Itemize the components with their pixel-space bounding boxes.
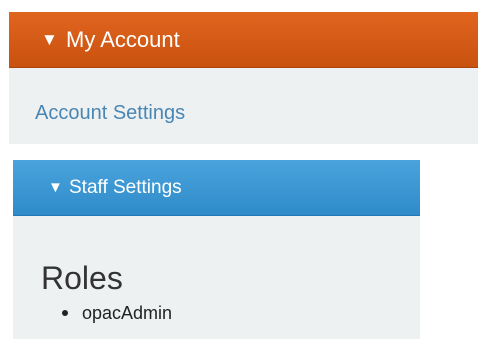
- bullet-icon: [62, 310, 68, 316]
- my-account-title: My Account: [66, 27, 180, 52]
- staff-settings-title: Staff Settings: [69, 177, 182, 198]
- staff-settings-panel-body: Roles opacAdmin: [13, 216, 420, 339]
- my-account-panel-body: Account Settings: [9, 68, 478, 144]
- account-settings-link[interactable]: Account Settings: [35, 102, 185, 124]
- roles-list: opacAdmin: [41, 302, 172, 324]
- role-list-item: opacAdmin: [41, 302, 172, 324]
- collapse-triangle-icon: ▼: [48, 179, 63, 196]
- my-account-panel-header[interactable]: ▼ My Account: [9, 12, 478, 68]
- collapse-triangle-icon: ▼: [41, 30, 58, 49]
- role-label: opacAdmin: [82, 303, 173, 323]
- roles-heading: Roles: [41, 260, 123, 296]
- staff-settings-panel-header[interactable]: ▼ Staff Settings: [13, 160, 420, 216]
